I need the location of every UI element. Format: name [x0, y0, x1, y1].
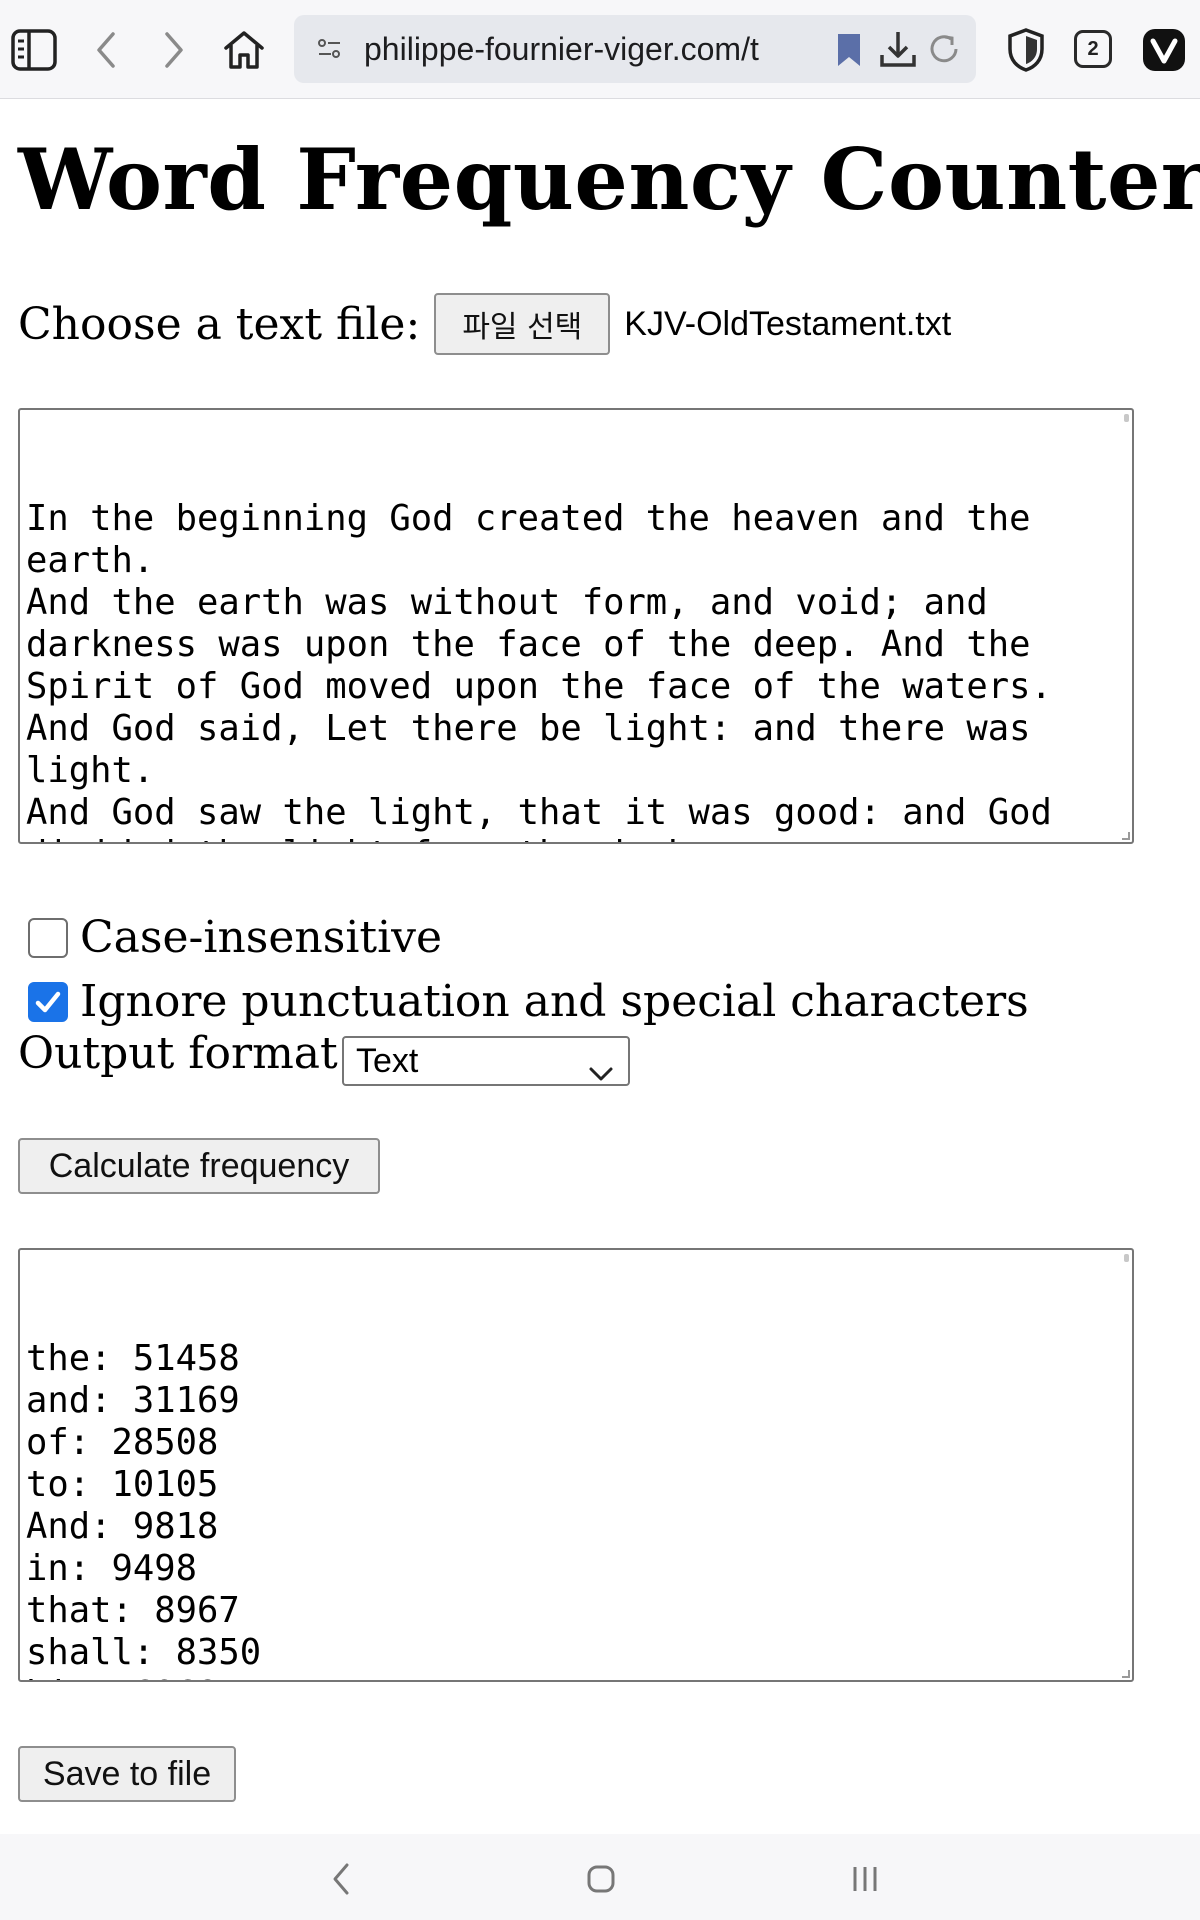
case-insensitive-option: Case-insensitive: [28, 912, 442, 963]
output-format-value: Text: [356, 1042, 419, 1080]
ignore-punctuation-option: Ignore punctuation and special character…: [28, 976, 1029, 1027]
save-to-file-button[interactable]: Save to file: [18, 1746, 236, 1802]
nav-recents-icon[interactable]: [840, 1854, 890, 1904]
sidebar-icon[interactable]: [8, 24, 60, 76]
back-icon[interactable]: [80, 24, 132, 76]
output-format-label: Output format:: [18, 1028, 353, 1079]
output-format-row: Output format:: [18, 1028, 353, 1079]
input-textarea[interactable]: In the beginning God created the heaven …: [18, 408, 1134, 844]
calculate-frequency-button[interactable]: Calculate frequency: [18, 1138, 380, 1194]
chevron-down-icon: [588, 1050, 614, 1096]
download-icon[interactable]: [878, 29, 918, 73]
url-text[interactable]: philippe-fournier-viger.com/t: [364, 15, 814, 83]
resize-handle[interactable]: [1122, 1670, 1130, 1678]
tabs-icon[interactable]: 2: [1074, 30, 1112, 68]
output-text: the: 51458 and: 31169 of: 28508 to: 1010…: [26, 1338, 262, 1680]
ignore-punctuation-label: Ignore punctuation and special character…: [80, 976, 1029, 1027]
vivaldi-menu-icon[interactable]: [1138, 24, 1190, 76]
browser-toolbar: philippe-fournier-viger.com/t 2: [0, 0, 1200, 99]
home-icon[interactable]: [218, 24, 270, 76]
selected-file-name: KJV-OldTestament.txt: [624, 304, 952, 343]
nav-home-icon[interactable]: [576, 1854, 626, 1904]
case-insensitive-checkbox[interactable]: [28, 917, 68, 958]
nav-back-icon[interactable]: [316, 1854, 366, 1904]
resize-handle[interactable]: [1122, 832, 1130, 840]
site-settings-icon[interactable]: [316, 35, 344, 67]
checkmark-icon: [35, 991, 61, 1012]
scrollbar[interactable]: [1124, 1254, 1129, 1262]
output-textarea[interactable]: the: 51458 and: 31169 of: 28508 to: 1010…: [18, 1248, 1134, 1682]
file-label: Choose a text file:: [18, 298, 421, 350]
address-bar[interactable]: philippe-fournier-viger.com/t: [294, 15, 976, 83]
output-format-select[interactable]: Text: [342, 1036, 630, 1086]
ignore-punctuation-checkbox[interactable]: [28, 981, 68, 1022]
page-title: Word Frequency Counter: [18, 130, 1200, 229]
case-insensitive-label: Case-insensitive: [80, 912, 443, 963]
file-chooser-row: Choose a text file: 파일 선택 KJV-OldTestame…: [18, 293, 952, 355]
forward-icon[interactable]: [148, 24, 200, 76]
input-text: In the beginning God created the heaven …: [26, 498, 1052, 842]
bookmark-icon[interactable]: [834, 31, 864, 73]
system-navigation-bar: [0, 1834, 1200, 1920]
shield-icon[interactable]: [1000, 24, 1052, 76]
reload-icon[interactable]: [926, 31, 962, 71]
choose-file-button[interactable]: 파일 선택: [434, 293, 611, 355]
scrollbar[interactable]: [1124, 414, 1129, 422]
